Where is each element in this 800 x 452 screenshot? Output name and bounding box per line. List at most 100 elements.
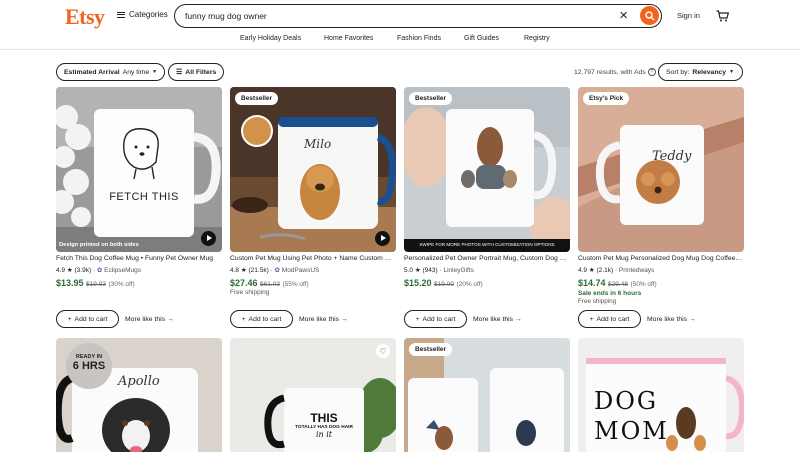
add-to-cart-button[interactable]: + Add to cart (404, 310, 467, 328)
nav-early-holiday-deals[interactable]: Early Holiday Deals (240, 35, 301, 42)
estimated-arrival-filter[interactable]: Estimated Arrival Any time ▼ (56, 63, 166, 81)
star-icon: ★ (414, 267, 421, 274)
discount-percent: (30% off) (108, 281, 135, 288)
sale-price: $13.95 (56, 278, 84, 288)
listing-title[interactable]: Personalized Pet Owner Portrait Mug, Cus… (404, 255, 570, 262)
mug-print-text: FETCH THIS (109, 191, 179, 203)
listing-price-row: $27.46 $61.03 (55% off) (230, 278, 309, 288)
results-count: 12,797 results, with Ads ? (574, 68, 656, 76)
add-to-cart-label: Add to cart (74, 315, 108, 323)
more-like-label: More like this (125, 316, 166, 323)
plus-icon: + (67, 315, 72, 323)
star-seller-icon: ✿ (274, 267, 280, 274)
discount-percent: (55% off) (282, 281, 309, 288)
menu-icon (117, 11, 125, 18)
all-filters-button[interactable]: ☰ All Filters (168, 63, 225, 81)
bestseller-badge: Bestseller (409, 343, 453, 356)
search-button[interactable] (640, 6, 659, 25)
signin-link[interactable]: Sign in (677, 11, 700, 20)
bestseller-badge: Bestseller (409, 92, 453, 105)
more-like-label: More like this (299, 316, 340, 323)
search-bar[interactable]: funny mug dog owner ✕ (174, 4, 662, 28)
cart-icon[interactable] (716, 9, 730, 27)
nav-gift-guides[interactable]: Gift Guides (464, 35, 499, 42)
filter-icon: ☰ (176, 69, 183, 76)
rating-value: 4.9 (56, 267, 66, 274)
rating-value: 4.8 (230, 267, 240, 274)
sort-dropdown[interactable]: Sort by: Relevancy ▼ (658, 63, 743, 81)
original-price: $29.48 (608, 281, 628, 288)
add-to-cart-button[interactable]: + Add to cart (578, 310, 641, 328)
original-price: $19.93 (86, 281, 106, 288)
add-to-cart-button[interactable]: + Add to cart (56, 310, 119, 328)
sale-price: $14.74 (578, 278, 606, 288)
arrow-right-icon: → (166, 316, 174, 323)
add-to-cart-label: Add to cart (248, 315, 282, 323)
shop-name[interactable]: ModPawsUS (282, 267, 320, 274)
listing-title[interactable]: Custom Pet Mug Personalized Dog Mug Dog … (578, 255, 744, 262)
listing-rating: 4.9 ★ (2.1k) · Printedways (578, 267, 655, 274)
nav-fashion-finds[interactable]: Fashion Finds (397, 35, 441, 42)
review-count: (943) (422, 267, 438, 274)
add-to-cart-button[interactable]: + Add to cart (230, 310, 293, 328)
star-icon: ★ (66, 267, 73, 274)
shipping-info: Free shipping (230, 289, 270, 296)
listing-price-row: $15.20 $19.00 (20% off) (404, 278, 483, 288)
chevron-down-icon: ▼ (729, 69, 735, 75)
discount-percent: (20% off) (456, 281, 483, 288)
ready-line-2: 6 HRS (72, 360, 106, 372)
mug-line-1: DOG (594, 387, 659, 415)
listing-title[interactable]: Fetch This Dog Coffee Mug • Funny Pet Ow… (56, 255, 222, 262)
nav-home-favorites[interactable]: Home Favorites (324, 35, 373, 42)
listing-image[interactable]: DOG MOM (578, 338, 744, 452)
listing-image[interactable]: Milo Bestseller (230, 87, 396, 252)
categories-button[interactable]: Categories (117, 10, 168, 19)
arrival-label: Estimated Arrival (64, 68, 120, 76)
shop-name[interactable]: LinleyGifts (443, 267, 473, 274)
review-count: (2.1k) (596, 267, 614, 274)
listing-image[interactable]: THIS TOTALLY HAS DOG HAIR in it ♡ (230, 338, 396, 452)
listing-rating: 4.8 ★ (21.5k) · ✿ ModPawsUS (230, 267, 320, 274)
more-like-this-link[interactable]: More like this → (125, 316, 174, 323)
listing-image[interactable]: Teddy Etsy's Pick (578, 87, 744, 252)
arrow-right-icon: → (688, 316, 696, 323)
mug-print-text: Apollo (118, 374, 160, 389)
mug-print-text: THIS TOTALLY HAS DOG HAIR in it (290, 411, 358, 439)
review-count: (21.5k) (248, 267, 269, 274)
listing-image[interactable]: READY IN 6 HRS Apollo (56, 338, 222, 452)
ready-badge: READY IN 6 HRS (66, 354, 112, 372)
nav-registry[interactable]: Registry (524, 35, 550, 42)
add-to-cart-label: Add to cart (596, 315, 630, 323)
more-like-label: More like this (473, 316, 514, 323)
plus-icon: + (241, 315, 246, 323)
etsy-logo[interactable]: Etsy (65, 4, 105, 30)
arrow-right-icon: → (514, 316, 522, 323)
favorite-heart-icon[interactable]: ♡ (376, 344, 390, 358)
star-icon: ★ (240, 267, 247, 274)
search-input[interactable]: funny mug dog owner (185, 11, 267, 21)
sale-price: $15.20 (404, 278, 432, 288)
sale-ends-text: Sale ends in 6 hours (578, 290, 642, 297)
shop-name[interactable]: EclipseMugs (104, 267, 141, 274)
original-price: $19.00 (434, 281, 454, 288)
listing-rating: 4.9 ★ (3.9k) · ✿ EclipseMugs (56, 267, 142, 274)
more-like-this-link[interactable]: More like this → (647, 316, 696, 323)
listing-image[interactable]: Bestseller (404, 338, 570, 452)
rating-value: 4.9 (578, 267, 588, 274)
listing-image[interactable]: Bestseller SWIPE FOR MORE PHOTOS WITH CU… (404, 87, 570, 252)
play-video-icon[interactable] (375, 231, 390, 246)
mug-print-text: Teddy (652, 149, 692, 164)
listing-image[interactable]: FETCH THIS Design printed on both sides (56, 87, 222, 252)
clear-icon[interactable]: ✕ (619, 9, 628, 22)
review-count: (3.9k) (74, 267, 92, 274)
more-like-this-link[interactable]: More like this → (473, 316, 522, 323)
chevron-down-icon: ▼ (152, 69, 158, 75)
listing-title[interactable]: Custom Pet Mug Using Pet Photo + Name Cu… (230, 255, 396, 262)
info-icon[interactable]: ? (647, 68, 656, 76)
sort-value: Relevancy (692, 68, 727, 76)
mug-line-3: in it (315, 430, 333, 439)
shop-name[interactable]: Printedways (619, 267, 654, 274)
all-filters-label: All Filters (185, 68, 217, 76)
more-like-this-link[interactable]: More like this → (299, 316, 348, 323)
play-video-icon[interactable] (201, 231, 216, 246)
